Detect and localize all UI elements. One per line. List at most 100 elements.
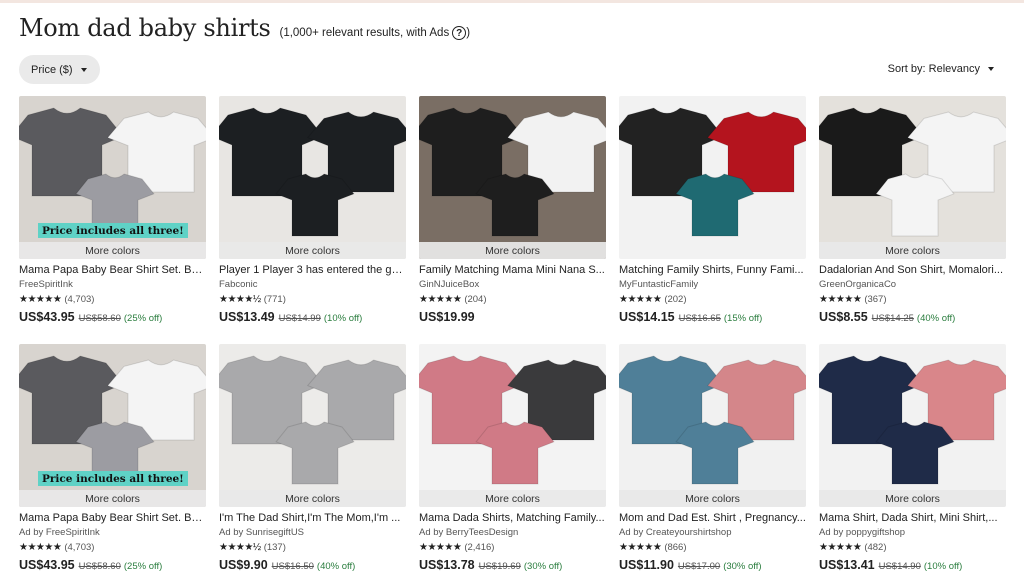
product-title[interactable]: Mama Dada Shirts, Matching Family... [419,512,606,525]
product-title[interactable]: Matching Family Shirts, Funny Fami... [619,264,806,277]
more-colors-label: More colors [19,490,206,507]
price-line: US$9.90 US$16.50 (40% off) [219,558,406,572]
product-image[interactable]: Price includes all three! More colors [19,344,206,507]
rating: ★★★★★ (367) [819,294,1006,306]
product-card[interactable]: More colors Mama Dada Shirts, Matching Fa… [419,344,606,578]
product-title[interactable]: Player 1 Player 3 has entered the ga... [219,264,406,277]
sort-dropdown[interactable]: Sort by: Relevancy [888,63,994,75]
result-count: (1,000+ relevant results, with Ads ? ) [279,26,470,40]
review-count: (866) [664,542,687,553]
star-rating-icon: ★★★★★ [19,294,62,305]
product-card[interactable]: Price includes all three! More colors Mama… [19,344,206,578]
price-filter-button[interactable]: Price ($) [19,55,100,84]
product-image[interactable]: More colors [819,344,1006,507]
product-image[interactable]: More colors [819,96,1006,259]
product-title[interactable]: Mom and Dad Est. Shirt , Pregnancy... [619,512,806,525]
top-border [0,0,1024,3]
more-colors-label: More colors [219,242,406,259]
product-title[interactable]: Mama Papa Baby Bear Shirt Set. Ba... [19,512,206,525]
more-colors-label: More colors [819,490,1006,507]
discount-label: (40% off) [916,313,956,324]
original-price: US$16.50 [271,561,314,572]
price-line: US$8.55 US$14.25 (40% off) [819,310,1006,324]
page-title: Mom dad baby shirts [19,14,271,42]
review-count: (137) [263,542,286,553]
sale-price: US$43.95 [19,558,75,572]
review-count: (202) [664,294,687,305]
discount-label: (25% off) [123,561,163,572]
product-image[interactable]: Price includes all three! More colors [19,96,206,259]
product-title[interactable]: Family Matching Mama Mini Nana S... [419,264,606,277]
review-count: (4,703) [64,294,95,305]
shop-name: GreenOrganicaCo [819,279,897,290]
shirt-graphic [675,173,755,237]
price-line: US$11.90 US$17.00 (30% off) [619,558,806,572]
more-colors-label: More colors [219,490,406,507]
product-card[interactable]: More colors I'm The Dad Shirt,I'm The Mom… [219,344,406,578]
review-count: (482) [864,542,887,553]
product-title[interactable]: Mama Shirt, Dada Shirt, Mini Shirt,... [819,512,1006,525]
product-grid: Price includes all three! More colors Mama… [19,96,1006,578]
discount-label: (10% off) [323,313,363,324]
star-rating-icon: ★★★★★ [619,294,662,305]
chevron-down-icon [988,67,994,71]
shop-name: Fabconic [219,279,258,290]
product-card[interactable]: More colors Family Matching Mama Mini Nan… [419,96,606,330]
product-image[interactable] [619,96,806,259]
shirt-graphic [475,421,555,485]
product-card[interactable]: More colors Mama Shirt, Dada Shirt, Mini … [819,344,1006,578]
sale-price: US$13.41 [819,558,875,572]
rating: ★★★★★ (2,416) [419,542,606,554]
price-line: US$13.49 US$14.99 (10% off) [219,310,406,324]
product-card[interactable]: Matching Family Shirts, Funny Fami... MyF… [619,96,806,330]
sale-price: US$11.90 [619,558,674,572]
help-icon[interactable]: ? [452,26,467,40]
product-image[interactable]: More colors [419,96,606,259]
shop-name: Ad by poppygiftshop [819,527,906,538]
price-line: US$19.99 [419,310,606,324]
review-count: (4,703) [64,542,95,553]
product-title[interactable]: Dadalorian And Son Shirt, Momalori... [819,264,1006,277]
discount-label: (10% off) [923,561,963,572]
product-title[interactable]: I'm The Dad Shirt,I'm The Mom,I'm ... [219,512,406,525]
rating: ★★★★½ (137) [219,542,406,554]
product-image[interactable]: More colors [219,344,406,507]
product-image[interactable]: More colors [619,344,806,507]
product-card[interactable]: More colors Mom and Dad Est. Shirt , Preg… [619,344,806,578]
shirt-graphic [275,173,355,237]
product-card[interactable]: More colors Player 1 Player 3 has entered… [219,96,406,330]
original-price: US$58.60 [78,561,121,572]
review-count: (2,416) [464,542,495,553]
rating: ★★★★★ (204) [419,294,606,306]
more-colors-label: More colors [619,490,806,507]
sale-price: US$19.99 [419,310,475,324]
discount-label: (40% off) [316,561,356,572]
shop-name: Ad by BerryTeesDesign [419,527,519,538]
sale-price: US$8.55 [819,310,868,324]
star-rating-icon: ★★★★★ [619,542,662,553]
sale-price: US$13.49 [219,310,275,324]
product-image[interactable]: More colors [219,96,406,259]
shop-name: GinNJuiceBox [419,279,480,290]
shirt-graphic [275,421,355,485]
price-line: US$43.95 US$58.60 (25% off) [19,558,206,572]
sort-label: Sort by: Relevancy [887,63,980,75]
star-rating-icon: ★★★★★ [419,542,462,553]
price-line: US$13.78 US$19.69 (30% off) [419,558,606,572]
product-card[interactable]: More colors Dadalorian And Son Shirt, Mom… [819,96,1006,330]
original-price: US$17.00 [677,561,721,572]
product-title[interactable]: Mama Papa Baby Bear Shirt Set. Ba... [19,264,206,277]
star-rating-icon: ★★★★★ [419,294,462,305]
shirt-graphic [875,421,955,485]
price-banner: Price includes all three! [38,223,188,238]
shop-name: Ad by Createyourshirtshop [619,527,732,538]
rating: ★★★★★ (4,703) [19,542,206,554]
more-colors-label: More colors [819,242,1006,259]
result-count-text: (1,000+ relevant results, with Ads [279,27,450,39]
discount-label: (30% off) [723,561,762,572]
chevron-down-icon [80,67,87,72]
shirt-graphic [875,173,955,237]
product-card[interactable]: Price includes all three! More colors Mama… [19,96,206,330]
rating: ★★★★½ (771) [219,294,406,306]
product-image[interactable]: More colors [419,344,606,507]
